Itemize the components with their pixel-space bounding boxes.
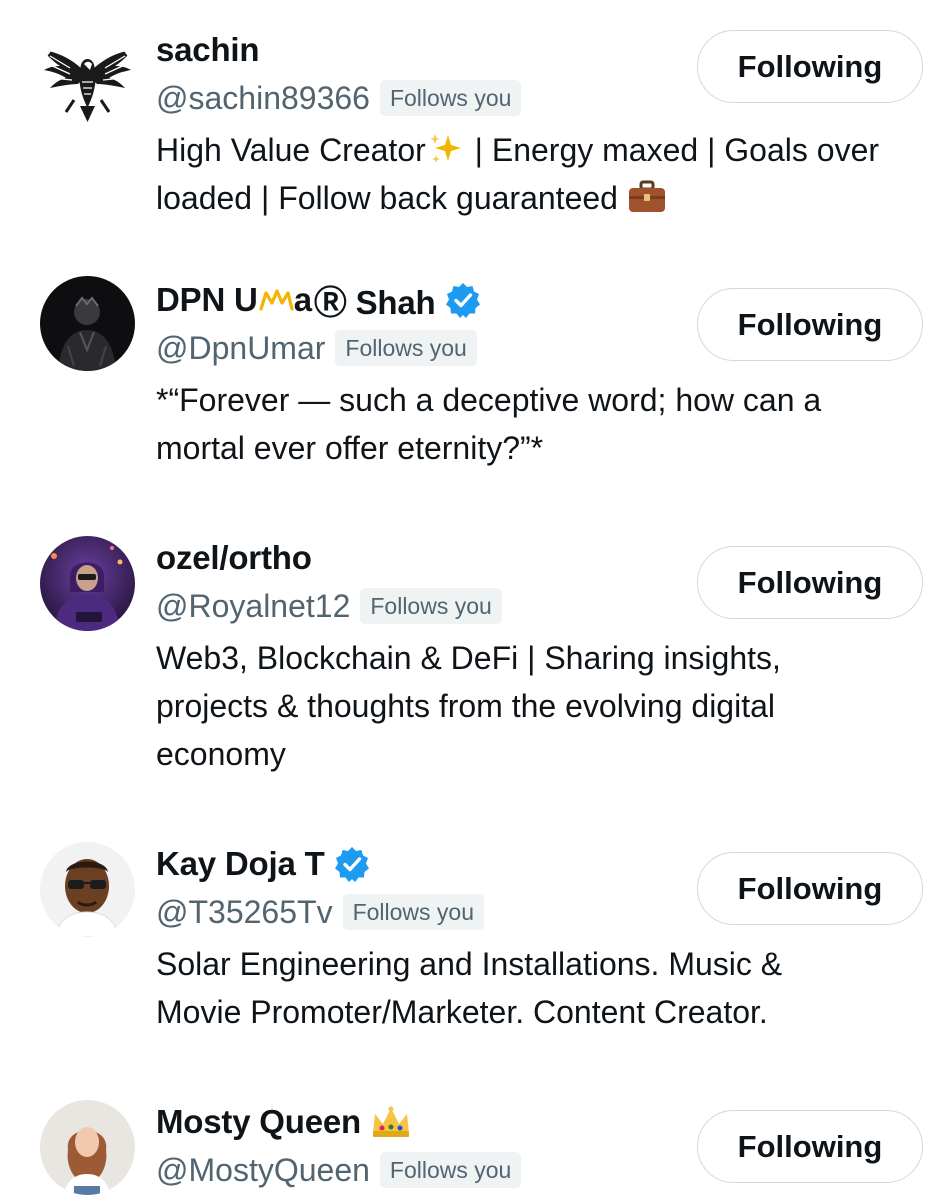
user-handle[interactable]: @MostyQueen [156, 1152, 370, 1189]
handle-line: @DpnUmar Follows you [156, 326, 477, 370]
sparkles-icon [426, 131, 466, 167]
handle-line: @T35265Tv Follows you [156, 890, 484, 934]
following-button[interactable]: Following [697, 546, 923, 619]
display-name[interactable]: Mosty Queen [156, 1103, 361, 1141]
user-handle[interactable]: @Royalnet12 [156, 588, 350, 625]
follows-you-badge: Follows you [379, 1152, 522, 1188]
name-line: Mosty Queen [156, 1100, 413, 1144]
woman-portrait-avatar[interactable] [40, 1100, 135, 1195]
display-name[interactable]: sachin [156, 31, 260, 69]
handle-line: @Royalnet12 Follows you [156, 584, 502, 628]
name-line: sachin [156, 28, 260, 72]
name-line: DPN U a Ⓡ Shah [156, 278, 482, 322]
user-bio: Solar Engineering and Installations. Mus… [156, 946, 783, 1030]
user-bio: *“Forever — such a deceptive word; how c… [156, 382, 822, 466]
briefcase-icon [627, 179, 667, 215]
following-button[interactable]: Following [697, 1110, 923, 1183]
handle-line: @MostyQueen Follows you [156, 1148, 522, 1192]
follows-you-badge: Follows you [379, 80, 522, 116]
name-line: Kay Doja T [156, 842, 371, 886]
user-bio: High Value Creator | Energy maxed | Goal… [156, 126, 908, 222]
user-bio: Web3, Blockchain & DeFi | Sharing insigh… [156, 640, 781, 772]
follows-you-badge: Follows you [360, 588, 502, 624]
user-handle[interactable]: @T35265Tv [156, 894, 333, 931]
verified-badge-icon [444, 281, 482, 319]
verified-badge-icon [333, 845, 371, 883]
crown-stroke-icon [258, 285, 294, 315]
display-name-part[interactable]: a [294, 281, 312, 319]
display-name-part[interactable]: DPN U [156, 281, 258, 319]
eagle-icon[interactable] [40, 34, 135, 129]
bio-text: High Value Creator [156, 132, 426, 168]
display-name[interactable]: Kay Doja T [156, 845, 325, 883]
follows-you-badge: Follows you [342, 894, 484, 930]
following-button[interactable]: Following [697, 288, 923, 361]
following-button[interactable]: Following [697, 852, 923, 925]
crown-icon [369, 1104, 413, 1140]
display-name[interactable]: ozel/ortho [156, 539, 312, 577]
user-handle[interactable]: @DpnUmar [156, 330, 325, 367]
display-name-part[interactable]: Ⓡ Shah [314, 276, 436, 324]
user-handle[interactable]: @sachin89366 [156, 80, 370, 117]
purple-hoodie-avatar[interactable] [40, 536, 135, 631]
handle-line: @sachin89366 Follows you [156, 76, 522, 120]
dark-portrait-avatar[interactable] [40, 276, 135, 371]
following-button[interactable]: Following [697, 30, 923, 103]
name-line: ozel/ortho [156, 536, 312, 580]
man-with-glasses-avatar[interactable] [40, 842, 135, 937]
follows-you-badge: Follows you [335, 330, 477, 366]
